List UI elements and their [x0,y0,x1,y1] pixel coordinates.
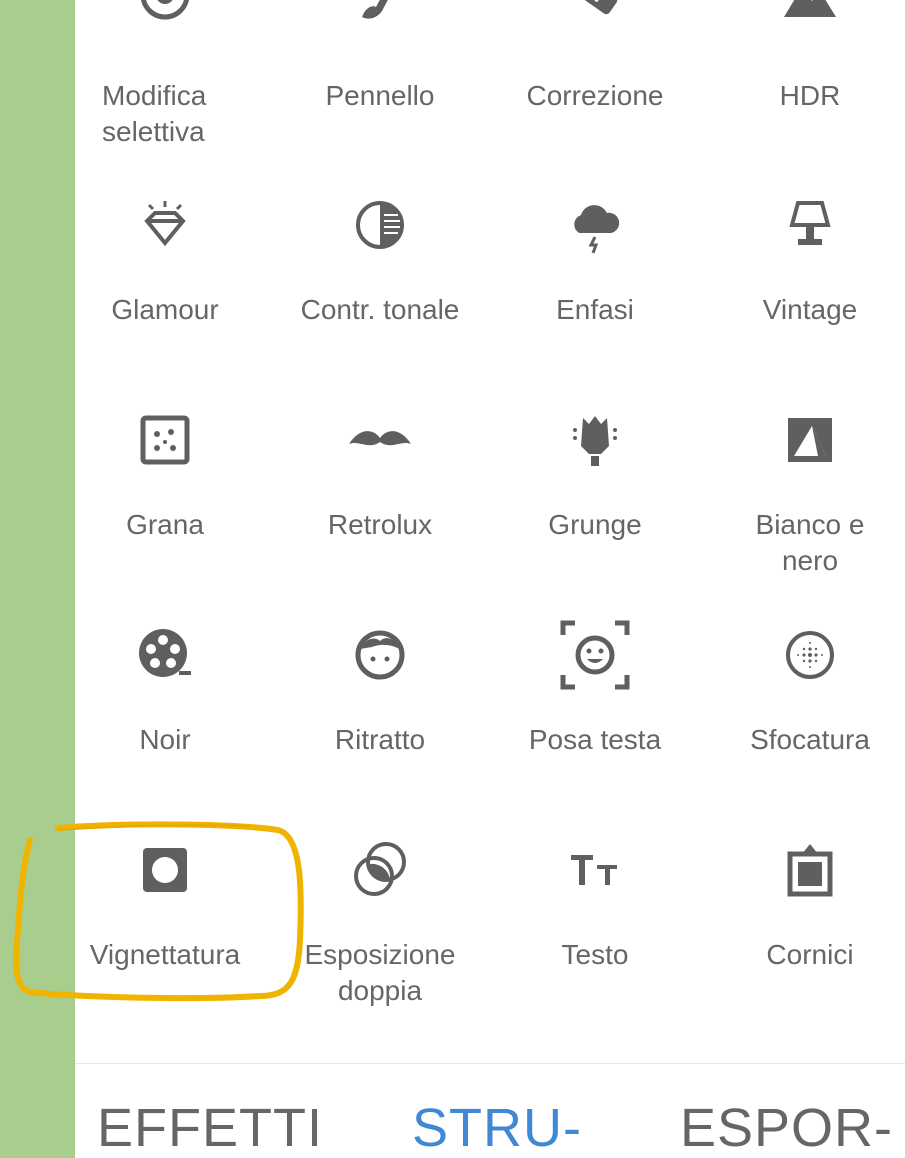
tab-effetti[interactable]: EFFETTI [97,1098,323,1158]
tool-label: Posa testa [528,724,662,755]
tool-label: Enfasi [556,294,634,325]
tool-label: Bianco e nero [755,509,865,576]
tool-label: Sfocatura [750,724,870,755]
drama-icon [495,190,695,260]
vignette-icon [65,835,265,905]
tool-label: Retrolux [327,509,433,540]
tools-panel [75,0,905,1158]
tool-label: Testo [561,939,629,970]
tool-label: Vintage [762,294,858,325]
frames-icon [710,835,905,905]
bottom-divider [75,1063,905,1064]
black-white-icon [710,405,905,475]
portrait-face-icon [280,620,480,690]
tonal-contrast-icon [280,190,480,260]
tab-esporta[interactable]: ESPOR- [680,1098,893,1158]
tool-label: Glamour [111,294,219,325]
tool-label: HDR [779,80,841,111]
tool-label: Grunge [548,509,642,540]
vintage-lamp-icon [710,190,905,260]
tool-label: Contr. tonale [300,294,460,325]
grunge-icon [495,405,695,475]
healing-icon [495,0,695,30]
tool-label: Pennello [325,80,435,111]
tab-strumenti[interactable]: STRU- [412,1098,582,1158]
selective-icon [65,0,265,30]
tool-label: Cornici [766,939,854,970]
hdr-icon [710,0,905,30]
grainy-icon [65,405,265,475]
blur-icon [710,620,905,690]
tool-label: Noir [139,724,191,755]
tool-label: Vignettatura [89,939,241,970]
mustache-icon [280,405,480,475]
text-icon [495,835,695,905]
tool-label: Correzione [526,80,664,111]
head-pose-icon [495,620,695,690]
tool-label: Ritratto [334,724,426,755]
brush-icon [280,0,480,30]
tool-label: Grana [126,509,204,540]
tool-label: Esposizione doppia [304,939,456,1006]
film-reel-icon [65,620,265,690]
glamour-icon [65,190,265,260]
tool-label: Modifica selettiva [102,80,207,147]
double-exposure-icon [280,835,480,905]
